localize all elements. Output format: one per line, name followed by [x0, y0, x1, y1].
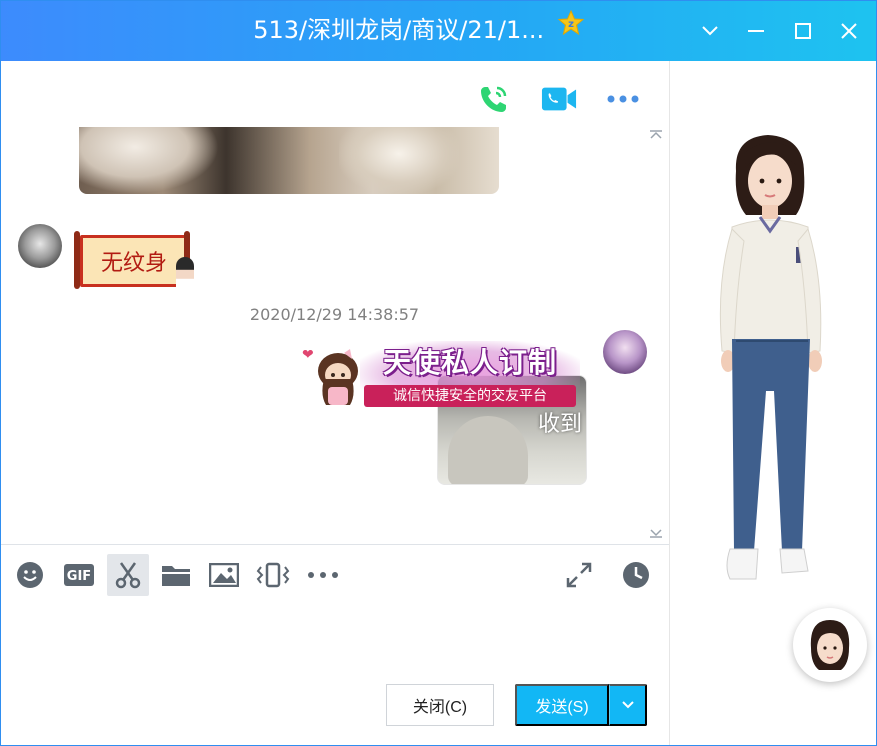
photo-detail	[339, 127, 459, 194]
svg-text:z: z	[568, 19, 574, 30]
chat-input-divider	[0, 544, 669, 545]
title-bar[interactable]: 513/深圳龙岗/商议/21/1... z	[0, 0, 877, 61]
voice-call-icon[interactable]	[476, 81, 512, 117]
close-button[interactable]: 关闭(C)	[386, 684, 494, 726]
more-tools-icon[interactable]	[302, 554, 344, 596]
maximize-icon[interactable]	[786, 14, 820, 48]
banner-title: 天使私人订制	[382, 346, 557, 379]
gif-icon[interactable]: GIF	[58, 554, 100, 596]
cat-image	[448, 416, 528, 484]
send-options-button[interactable]	[609, 684, 647, 726]
window-title-text: 513/深圳龙岗/商议/21/1...	[253, 16, 545, 44]
photo-message[interactable]	[79, 127, 499, 194]
screenshot-icon[interactable]	[107, 554, 149, 596]
chat-message-area[interactable]: 无纹身 2020/12/29 14:38:57 收到 ❤ 天使私人订制 诚信快捷…	[0, 61, 669, 544]
message-timestamp: 2020/12/29 14:38:57	[249, 305, 420, 324]
sticker-girl-icon	[176, 257, 194, 293]
ad-banner[interactable]: ❤ 天使私人订制 诚信快捷安全的交友平台	[300, 335, 580, 413]
minimize-icon[interactable]	[739, 14, 773, 48]
history-icon[interactable]	[615, 554, 657, 596]
emoji-icon[interactable]	[9, 554, 51, 596]
sticker-text: 无纹身	[80, 235, 188, 287]
send-button[interactable]: 发送(S)	[515, 684, 609, 726]
avatar-figure	[719, 135, 822, 580]
close-icon[interactable]	[832, 14, 866, 48]
cartoon-girl-icon	[310, 349, 366, 411]
message-input[interactable]	[0, 600, 669, 680]
photo-detail	[79, 127, 219, 194]
more-icon[interactable]	[605, 81, 641, 117]
folder-icon[interactable]	[155, 554, 197, 596]
banner-subtitle: 诚信快捷安全的交友平台	[364, 385, 576, 407]
show-avatar-button[interactable]	[793, 608, 867, 682]
image-icon[interactable]	[203, 554, 245, 596]
self-avatar[interactable]	[603, 330, 647, 374]
shake-icon[interactable]	[252, 554, 294, 596]
qq-vip-star-icon: z	[557, 0, 585, 59]
chevron-down-icon	[621, 701, 634, 709]
contact-avatar[interactable]	[18, 224, 62, 268]
video-call-icon[interactable]	[541, 81, 577, 117]
avatar-thumbnail-icon	[810, 620, 850, 670]
scroll-down-icon[interactable]	[648, 525, 664, 541]
scroll-up-icon[interactable]	[648, 127, 664, 143]
chevron-down-icon[interactable]	[693, 14, 727, 48]
sticker-label: 无纹身	[100, 251, 167, 276]
sticker-message[interactable]: 无纹身	[72, 227, 196, 299]
expand-icon[interactable]	[558, 554, 600, 596]
svg-text:GIF: GIF	[67, 569, 91, 584]
